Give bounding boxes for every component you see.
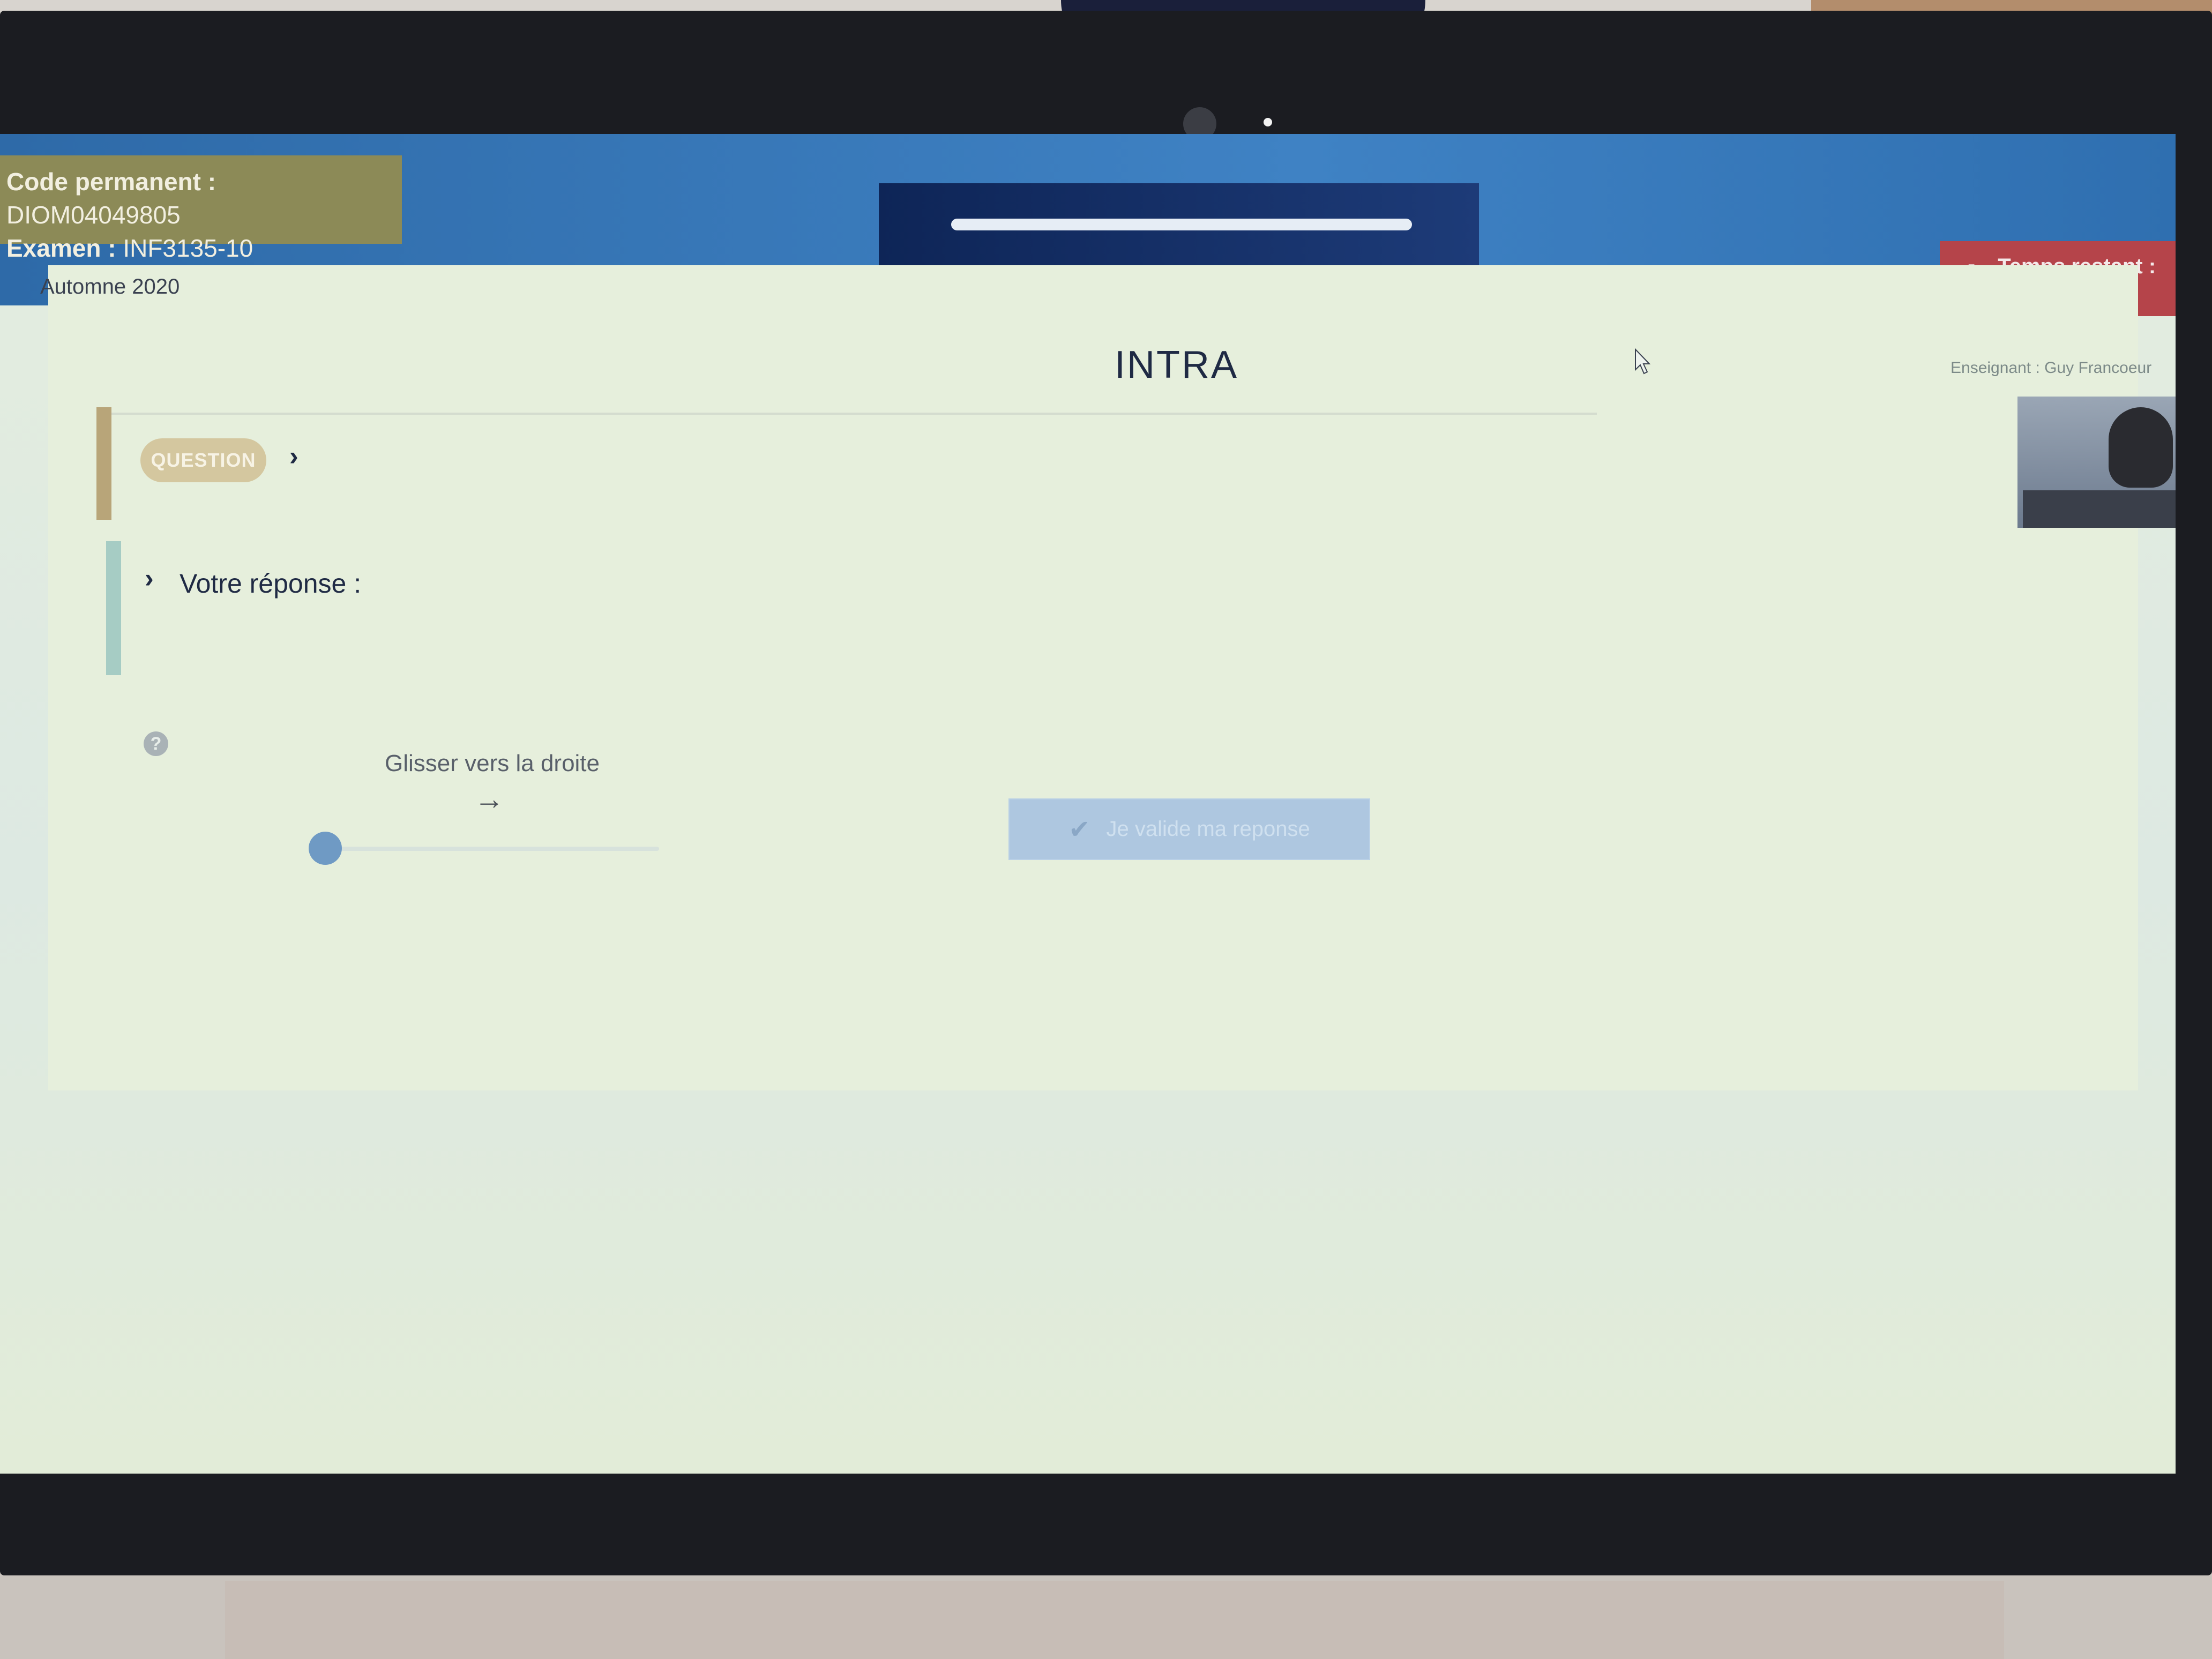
laptop-base: [225, 1581, 2004, 1659]
right-arrow-icon: →: [474, 782, 504, 816]
validate-answer-label: Je valide ma reponse: [1106, 817, 1310, 841]
session-label: Automne 2020: [40, 275, 180, 298]
webcam-person-body: [2023, 490, 2176, 528]
webcam-preview: [2017, 397, 2176, 528]
response-accent-bar: [106, 541, 121, 675]
teacher-label: Enseignant : Guy Francoeur: [1951, 359, 2152, 377]
laptop-bezel: Code permanent : DIOM04049805 Examen : I…: [0, 11, 2212, 1575]
question-accent-bar: [96, 407, 111, 520]
exam-label: Examen :: [6, 234, 116, 262]
check-icon: ✔: [1068, 815, 1090, 844]
question-circle-icon[interactable]: ?: [144, 731, 168, 756]
confirm-slider-handle[interactable]: [309, 832, 342, 865]
title-divider: [96, 413, 1597, 415]
code-permanent-value: DIOM04049805: [6, 201, 181, 229]
code-permanent-label: Code permanent :: [6, 168, 216, 196]
confirm-slider-track[interactable]: [322, 847, 659, 851]
question-badge[interactable]: QUESTION: [140, 438, 266, 482]
student-info-box: Code permanent : DIOM04049805 Examen : I…: [0, 155, 402, 262]
exam-value: INF3135-10: [123, 234, 253, 262]
response-expand-chevron-icon[interactable]: ›: [145, 563, 154, 594]
question-expand-chevron-icon[interactable]: ›: [289, 440, 298, 472]
mouse-cursor-icon: [1635, 348, 1650, 375]
response-label[interactable]: Votre réponse :: [180, 568, 361, 599]
screen: Code permanent : DIOM04049805 Examen : I…: [0, 134, 2176, 1474]
webcam-led: [1264, 118, 1272, 126]
slide-instruction-label: Glisser vers la droite: [385, 750, 600, 776]
page-title: INTRA: [1115, 343, 1238, 386]
webcam-person-head: [2109, 407, 2173, 488]
exam-content-panel: [48, 265, 2138, 1090]
logo-bar: [951, 219, 1412, 230]
validate-answer-button[interactable]: ✔ Je valide ma reponse: [1008, 798, 1370, 860]
